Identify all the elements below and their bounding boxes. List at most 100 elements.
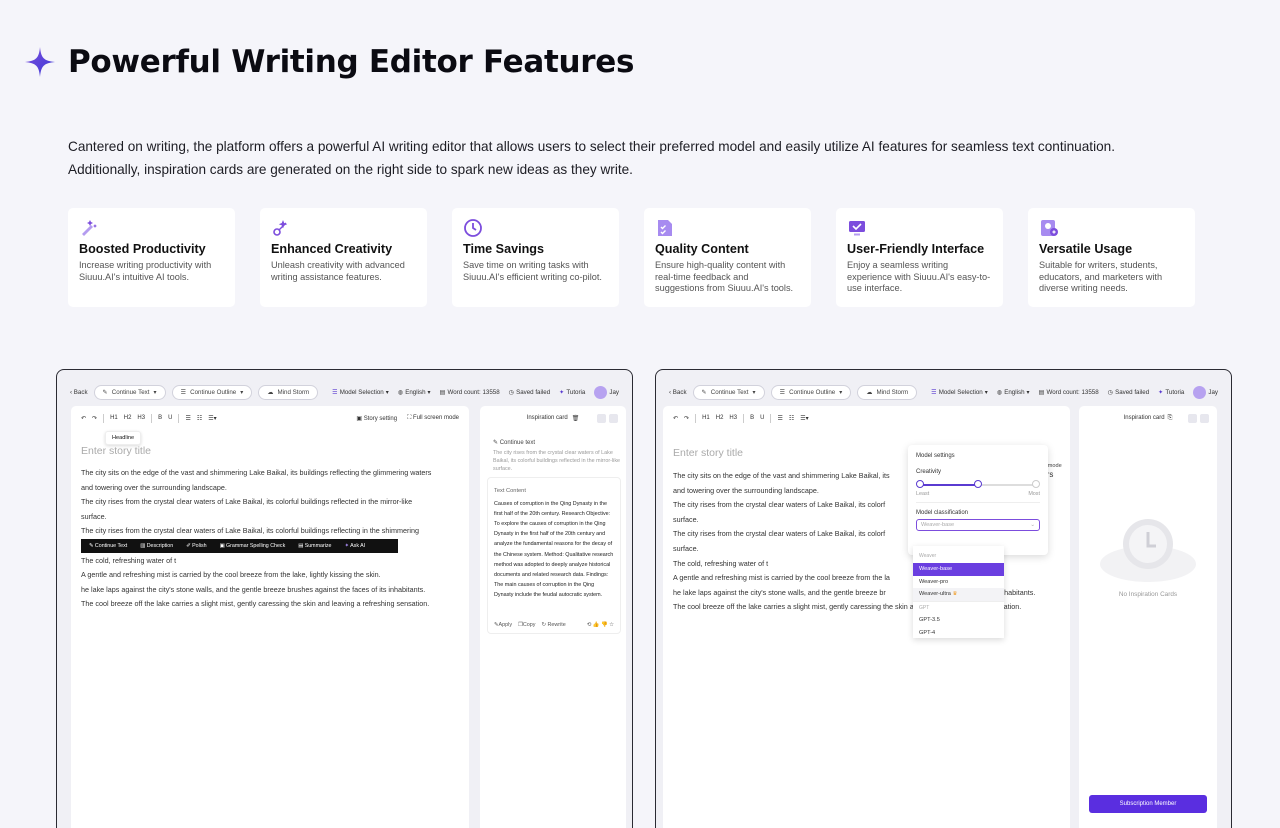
story-line: The city sits on the edge of the vast an… — [81, 468, 432, 477]
model-selection-button[interactable]: ☰ Model Selection ▾ — [931, 389, 988, 396]
continue-outline-button[interactable]: ☰ Continue Outline ▾ — [171, 384, 253, 400]
language-select[interactable]: ◍ English ▾ — [398, 389, 431, 396]
h1-button[interactable]: H1 — [702, 415, 710, 421]
chevron-down-icon: ▾ — [240, 388, 244, 396]
story-line: A gentle and refreshing mist is carried … — [81, 570, 381, 580]
sparkle-icon: ✦ — [559, 388, 565, 396]
model-option[interactable]: Weaver-pro — [913, 576, 1004, 589]
divider — [178, 413, 180, 423]
creativity-slider[interactable] — [916, 479, 1040, 491]
feedback-icons[interactable]: ⟲ 👍 👎 ☆ — [587, 620, 614, 630]
globe-icon: ◍ — [397, 388, 404, 396]
inspiration-panel: Inspiration card 🗑 ✎ Continue text The c… — [480, 406, 626, 828]
undo-button[interactable]: ↶ — [81, 415, 86, 422]
undo-button[interactable]: ↶ — [673, 415, 678, 422]
feature-title: Enhanced Creativity — [271, 242, 393, 256]
h1-button[interactable]: H1 — [110, 415, 118, 421]
feature-desc: Save time on writing tasks with Siuuu.AI… — [463, 260, 602, 282]
ai-description-button[interactable]: ▥ Description — [140, 543, 173, 549]
monitor-icon — [847, 218, 867, 238]
ai-grammar-button[interactable]: ▣ Grammar Spelling Check — [220, 543, 286, 549]
back-button[interactable]: ‹ Back — [70, 389, 88, 396]
inspiration-title: Inspiration card — [1123, 415, 1165, 421]
clock-icon — [463, 218, 483, 238]
ai-summarize-button[interactable]: ▤ Summarize — [298, 543, 331, 549]
feature-cards: Boosted Productivity Increase writing pr… — [68, 208, 1195, 307]
align-icon[interactable]: ☰▾ — [208, 415, 216, 422]
h3-button[interactable]: H3 — [137, 415, 145, 421]
list-icon[interactable]: ☰ — [185, 415, 190, 422]
model-option[interactable]: GPT-3.5 — [913, 614, 1004, 627]
apply-button[interactable]: ✎Apply — [494, 620, 512, 630]
model-option[interactable]: Weaver-ultra ♛ — [913, 588, 1004, 602]
tutorial-link[interactable]: ✦ Tutoria — [559, 389, 585, 396]
story-setting-button[interactable]: ▣ Story setting — [356, 415, 397, 422]
ordered-list-icon[interactable]: ☷ — [789, 415, 794, 422]
model-option[interactable]: Weaver-base — [913, 562, 1004, 576]
user-menu[interactable]: Jay — [1193, 385, 1218, 399]
bold-button[interactable]: B — [158, 415, 162, 421]
avatar — [594, 385, 608, 399]
save-icon[interactable]: ⎘ — [1168, 415, 1173, 422]
feature-card: Boosted Productivity Increase writing pr… — [68, 208, 235, 307]
mind-storm-button[interactable]: ☁ Mind Storm — [258, 384, 319, 400]
story-line: The city rises from the crystal clear wa… — [81, 497, 413, 507]
clock-icon: ◷ — [1107, 388, 1114, 396]
subscription-button[interactable]: Subscription Member — [1089, 795, 1207, 813]
mind-storm-button[interactable]: ☁ Mind Storm — [857, 384, 918, 400]
model-settings-popover: Model settings Creativity Least Most Mode… — [908, 445, 1048, 555]
no-cards-text: No Inspiration Cards — [1118, 591, 1178, 598]
editor-window-model: ‹ Back ✎ Continue Text ▾ ☰ Continue Outline… — [655, 369, 1232, 828]
story-line: surface. — [81, 511, 107, 521]
align-icon[interactable]: ☰▾ — [800, 415, 808, 422]
redo-button[interactable]: ↷ — [684, 415, 689, 422]
story-title-input[interactable]: Enter story title — [81, 445, 151, 457]
continue-label: ✎ Continue text — [493, 440, 536, 446]
trash-icon[interactable]: 🗑 — [572, 415, 580, 422]
feature-card: User-Friendly Interface Enjoy a seamless… — [836, 208, 1003, 307]
underline-button[interactable]: U — [168, 415, 172, 421]
fullscreen-button[interactable]: ⛶ Full screen mode — [407, 415, 459, 422]
continue-text-button[interactable]: ✎ Continue Text ▾ — [692, 384, 765, 400]
star-icon[interactable] — [1200, 413, 1209, 423]
ai-continue-button[interactable]: ✎ Continue Text — [89, 543, 127, 549]
ask-ai-button[interactable]: ✦ Ask AI — [345, 543, 366, 549]
model-selection-button[interactable]: ☰ Model Selection ▾ — [332, 389, 389, 396]
continue-outline-button[interactable]: ☰ Continue Outline ▾ — [770, 384, 852, 400]
model-option[interactable]: GPT-4 — [913, 627, 1004, 640]
sparkle-icon — [25, 47, 55, 77]
text-content-label: Text Content — [494, 488, 526, 494]
save-status: ◷ Saved failed — [1107, 388, 1150, 396]
info-icon[interactable] — [1188, 413, 1197, 423]
h2-button[interactable]: H2 — [124, 415, 132, 421]
continue-text-button[interactable]: ✎ Continue Text ▾ — [93, 384, 166, 400]
bold-button[interactable]: B — [750, 415, 754, 421]
copy-button[interactable]: ❐Copy — [518, 620, 535, 630]
inspiration-header: Inspiration card 🗑 — [480, 406, 626, 430]
inspiration-panel: Inspiration card ⎘ No Inspiration Cards … — [1079, 406, 1217, 828]
model-select[interactable]: Weaver-base ⌄ — [916, 519, 1040, 531]
rewrite-button[interactable]: ↻ Rewrite — [541, 620, 565, 630]
underline-button[interactable]: U — [760, 415, 764, 421]
user-menu[interactable]: Jay — [594, 385, 619, 399]
list-icon[interactable]: ☰ — [777, 415, 782, 422]
ai-polish-button[interactable]: ✐ Polish — [186, 543, 206, 549]
feature-title: Boosted Productivity — [79, 242, 206, 256]
model-settings-title: Model settings — [916, 453, 955, 459]
option-group: Weaver — [919, 553, 937, 559]
language-select[interactable]: ◍ English ▾ — [997, 389, 1030, 396]
sliders-icon: ☰ — [332, 388, 338, 396]
top-bar: ‹ Back ✎ Continue Text ▾ ☰ Continue Outline… — [57, 380, 632, 404]
info-icon[interactable] — [597, 413, 606, 423]
h3-button[interactable]: H3 — [729, 415, 737, 421]
redo-button[interactable]: ↷ — [92, 415, 97, 422]
page-header: Powerful Writing Editor Features — [24, 44, 634, 80]
word-count: ▤ Word count: 13558 — [1038, 388, 1099, 396]
story-line: and towering over the surrounding landsc… — [81, 482, 227, 492]
ordered-list-icon[interactable]: ☷ — [197, 415, 202, 422]
back-button[interactable]: ‹ Back — [669, 389, 687, 396]
tutorial-link[interactable]: ✦ Tutoria — [1158, 389, 1184, 396]
h2-button[interactable]: H2 — [716, 415, 724, 421]
star-icon[interactable] — [609, 413, 618, 423]
story-title-input[interactable]: Enter story title — [673, 447, 743, 459]
